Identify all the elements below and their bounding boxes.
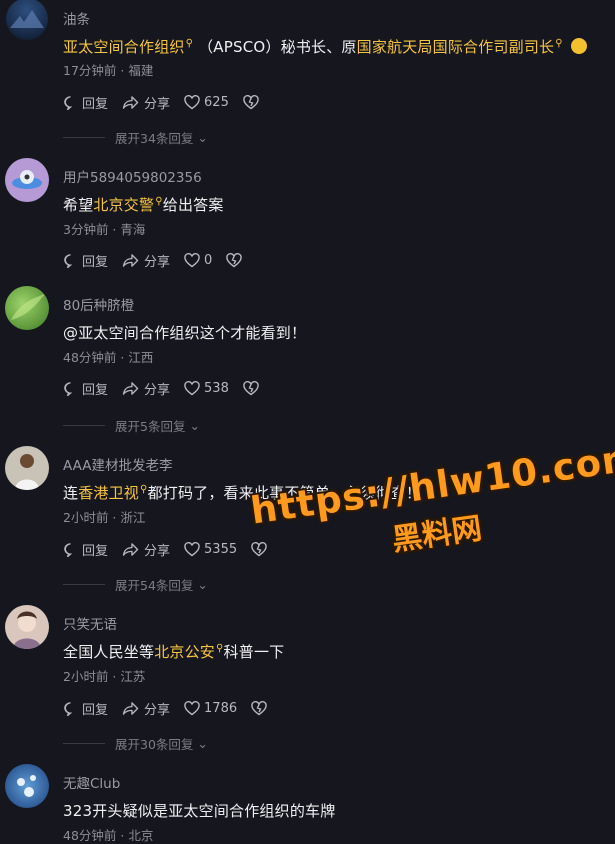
comment-meta: 48分钟前 · 江西 [63, 350, 154, 365]
avatar[interactable] [5, 605, 49, 649]
expand-replies[interactable]: 展开54条回复 ⌄ [63, 575, 208, 594]
avatar[interactable] [5, 764, 49, 808]
search-link[interactable]: 北京交警 [93, 196, 154, 214]
heart-icon [184, 95, 200, 110]
like-count: 0 [204, 253, 213, 268]
heart-icon [184, 542, 200, 557]
share-icon [122, 543, 139, 556]
chevron-down-icon: ⌄ [197, 130, 208, 145]
search-icon: ⚲ [140, 484, 148, 495]
search-icon: ⚲ [216, 643, 224, 654]
comment-actions: 回复 分享 5355 [63, 540, 285, 559]
broken-heart-icon [226, 253, 243, 268]
expand-replies[interactable]: 展开34条回复 ⌄ [63, 128, 208, 147]
like-button[interactable]: 538 [184, 381, 229, 396]
like-button[interactable]: 0 [184, 253, 212, 268]
avatar[interactable] [6, 0, 48, 40]
expand-replies[interactable]: 展开5条回复 ⌄ [63, 416, 200, 435]
comment-text: 323开头疑似是亚太空间合作组织的车牌 [63, 802, 336, 820]
comment-actions: 回复 分享 1786 [63, 699, 285, 718]
chevron-down-icon: ⌄ [189, 418, 200, 433]
reply-icon [64, 702, 73, 716]
username[interactable]: 无趣Club [63, 772, 120, 792]
username[interactable]: AAA建材批发老李 [63, 454, 172, 474]
search-icon: ⚲ [185, 38, 194, 49]
comment-actions: 回复 分享 0 [63, 251, 260, 270]
dislike-button[interactable] [243, 95, 263, 110]
search-icon: ⚲ [555, 38, 563, 49]
comment-text: 全国人民坐等北京公安⚲科普一下 [63, 643, 285, 661]
expand-replies[interactable]: 展开30条回复 ⌄ [63, 734, 208, 753]
reply-icon [64, 382, 73, 396]
reply-icon [64, 254, 73, 268]
reply-button[interactable]: 回复 [63, 251, 108, 270]
search-link[interactable]: 亚太空间合作组织 [63, 38, 185, 56]
reply-button[interactable]: 回复 [63, 699, 108, 718]
heart-icon [184, 701, 200, 716]
username[interactable]: 用户5894059802356 [63, 166, 202, 186]
heart-icon [184, 381, 200, 396]
like-button[interactable]: 1786 [184, 701, 237, 716]
broken-heart-icon [243, 95, 259, 110]
share-button[interactable]: 分享 [122, 540, 170, 559]
like-count: 538 [204, 381, 229, 396]
share-icon [122, 254, 139, 267]
username[interactable]: 油条 [63, 8, 90, 28]
search-link[interactable]: 国家航天局国际合作司副司长 [357, 38, 555, 56]
like-button[interactable]: 625 [184, 95, 229, 110]
chevron-down-icon: ⌄ [197, 577, 208, 592]
thinking-emoji-icon [570, 38, 587, 54]
broken-heart-icon [243, 381, 259, 396]
dislike-button[interactable] [226, 253, 246, 268]
comment-text: 希望北京交警⚲给出答案 [63, 196, 224, 214]
like-count: 5355 [204, 542, 238, 557]
search-icon: ⚲ [155, 196, 163, 207]
share-icon [122, 96, 139, 109]
like-count: 625 [204, 95, 229, 110]
dislike-button[interactable] [243, 381, 263, 396]
comment-text: 亚太空间合作组织⚲ （APSCO）秘书长、原国家航天局国际合作司副司长⚲ [63, 36, 587, 57]
share-button[interactable]: 分享 [122, 699, 170, 718]
reply-button[interactable]: 回复 [63, 379, 108, 398]
like-button[interactable]: 5355 [184, 542, 237, 557]
username[interactable]: 只笑无语 [63, 613, 117, 633]
share-icon [122, 382, 139, 395]
watermark: https://hlw10.com 黑料网 [248, 435, 615, 579]
comment-meta: 48分钟前 · 北京 [63, 828, 154, 843]
reply-icon [64, 96, 73, 110]
chevron-down-icon: ⌄ [197, 736, 208, 751]
search-link[interactable]: 香港卫视 [78, 484, 139, 502]
reply-button[interactable]: 回复 [63, 540, 108, 559]
avatar[interactable] [5, 158, 49, 202]
search-link[interactable]: 北京公安 [154, 643, 215, 661]
dislike-button[interactable] [251, 701, 271, 716]
like-count: 1786 [204, 701, 238, 716]
comment-text: @亚太空间合作组织这个才能看到！ [63, 324, 307, 342]
reply-icon [64, 543, 73, 557]
username[interactable]: 80后种脐橙 [63, 294, 134, 314]
share-icon [122, 702, 139, 715]
comment-meta: 2小时前 · 江苏 [63, 669, 146, 684]
avatar[interactable] [5, 446, 49, 490]
comment-meta: 3分钟前 · 青海 [63, 222, 146, 237]
share-button[interactable]: 分享 [122, 251, 170, 270]
comment-meta: 17分钟前 · 福建 [63, 63, 154, 78]
comment-meta: 2小时前 · 浙江 [63, 510, 146, 525]
broken-heart-icon [251, 701, 267, 716]
share-button[interactable]: 分享 [122, 93, 170, 112]
comment-actions: 回复 分享 538 [63, 379, 277, 398]
heart-icon [184, 253, 200, 268]
comment-actions: 回复 分享 625 [63, 93, 277, 112]
share-button[interactable]: 分享 [122, 379, 170, 398]
avatar[interactable] [5, 286, 49, 330]
reply-button[interactable]: 回复 [63, 93, 108, 112]
